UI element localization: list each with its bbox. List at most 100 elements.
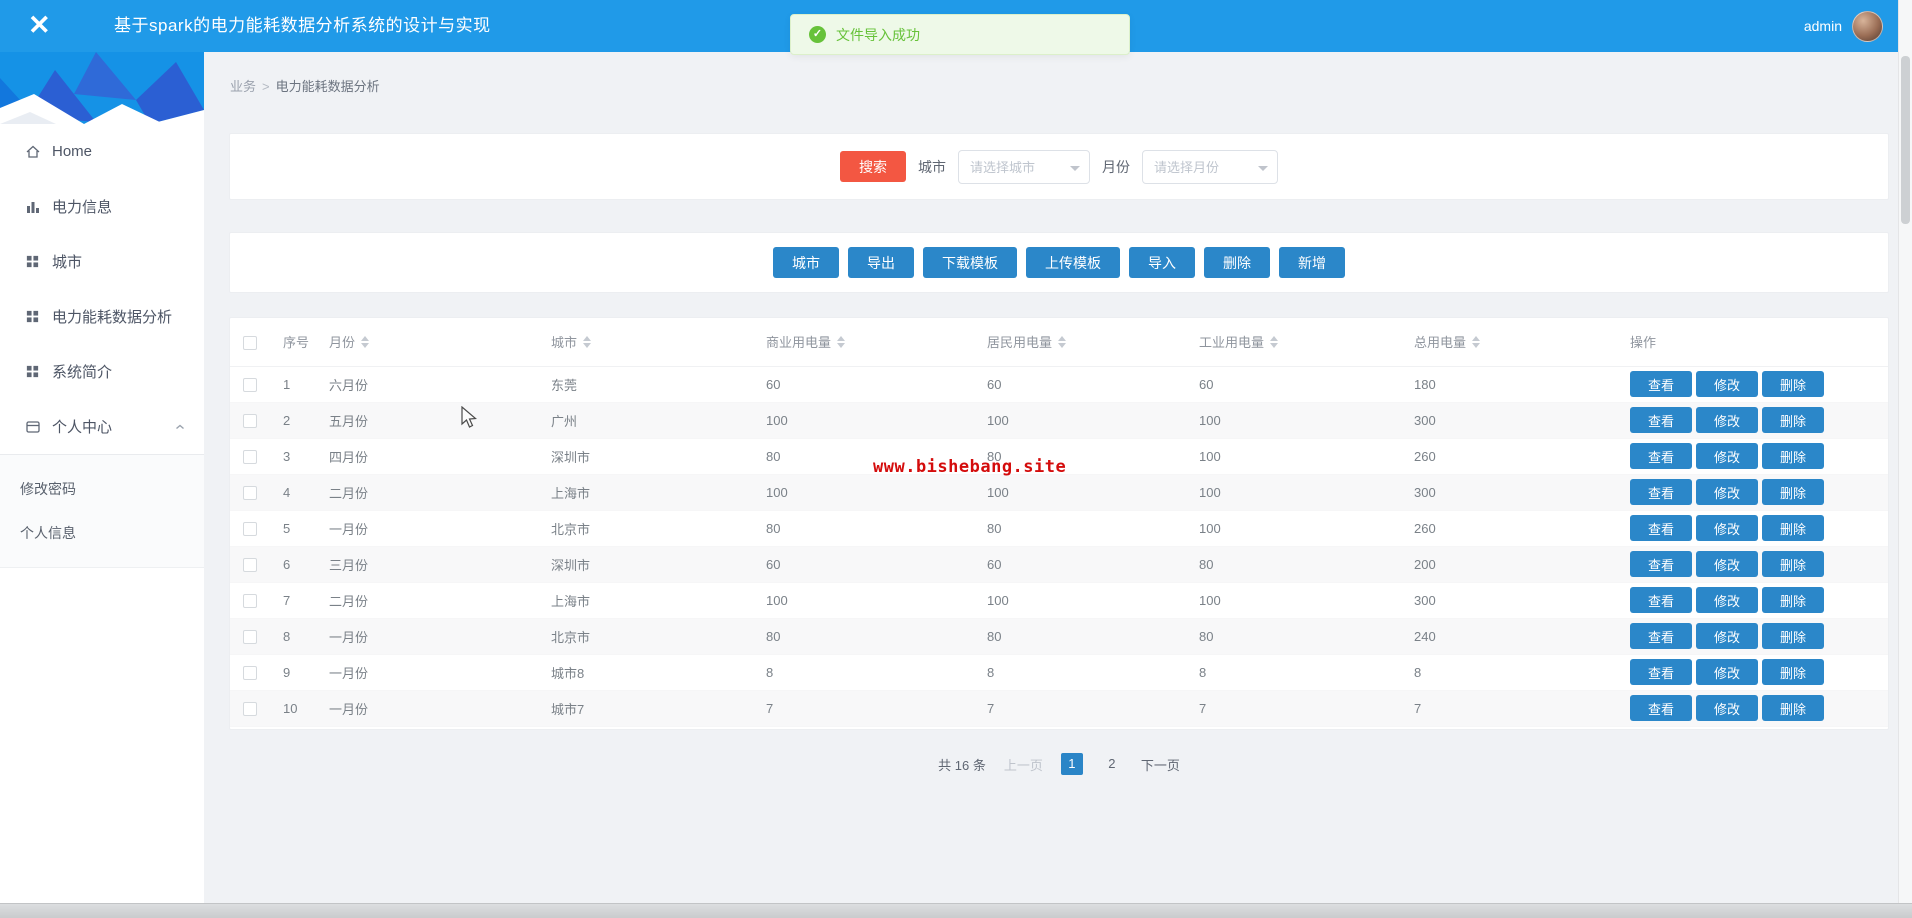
column-header-month[interactable]: 月份 — [316, 318, 538, 367]
pagination-page-1[interactable]: 1 — [1060, 753, 1083, 775]
cell-total: 7 — [1401, 690, 1617, 727]
sort-carets-icon[interactable] — [837, 335, 846, 348]
row-checkbox[interactable] — [243, 521, 257, 536]
row-checkbox[interactable] — [243, 377, 257, 392]
column-header-industrial[interactable]: 工业用电量 — [1186, 318, 1401, 367]
main-content: 业务 > 电力能耗数据分析 搜索 城市 请选择城市 月份 请选择月份 城市 导出 下… — [204, 52, 1912, 903]
row-checkbox[interactable] — [243, 701, 257, 716]
delete-row-button[interactable]: 删除 — [1762, 659, 1824, 685]
app-logo-x-icon[interactable]: ✕ — [28, 10, 51, 40]
view-button[interactable]: 查看 — [1630, 659, 1692, 685]
row-checkbox[interactable] — [243, 665, 257, 680]
cell-index: 8 — [270, 618, 316, 655]
user-menu[interactable]: admin — [1804, 0, 1883, 52]
delete-row-button[interactable]: 删除 — [1762, 407, 1824, 433]
delete-button[interactable]: 删除 — [1204, 247, 1270, 278]
sidebar-item-home[interactable]: Home — [0, 124, 204, 179]
export-button[interactable]: 导出 — [848, 247, 914, 278]
pagination-prev-button[interactable]: 上一页 — [1004, 755, 1043, 774]
pagination-page-2[interactable]: 2 — [1101, 753, 1123, 775]
edit-button[interactable]: 修改 — [1696, 515, 1758, 541]
home-icon — [25, 144, 41, 160]
column-header-total[interactable]: 总用电量 — [1401, 318, 1617, 367]
sidebar-subitem-personal-info[interactable]: 个人信息 — [0, 511, 204, 555]
delete-row-button[interactable]: 删除 — [1762, 515, 1824, 541]
cell-index: 7 — [270, 582, 316, 619]
cell-index: 2 — [270, 402, 316, 439]
row-checkbox[interactable] — [243, 629, 257, 644]
row-checkbox[interactable] — [243, 485, 257, 500]
check-circle-icon: ✓ — [809, 26, 826, 43]
avatar[interactable] — [1852, 10, 1883, 42]
sort-carets-icon[interactable] — [583, 335, 592, 348]
delete-row-button[interactable]: 删除 — [1762, 695, 1824, 721]
scrollbar-thumb[interactable] — [1901, 56, 1910, 224]
view-button[interactable]: 查看 — [1630, 479, 1692, 505]
delete-row-button[interactable]: 删除 — [1762, 551, 1824, 577]
delete-row-button[interactable]: 删除 — [1762, 443, 1824, 469]
upload-template-button[interactable]: 上传模板 — [1026, 247, 1120, 278]
edit-button[interactable]: 修改 — [1696, 407, 1758, 433]
edit-button[interactable]: 修改 — [1696, 443, 1758, 469]
delete-row-button[interactable]: 删除 — [1762, 623, 1824, 649]
view-button[interactable]: 查看 — [1630, 623, 1692, 649]
column-header-city[interactable]: 城市 — [538, 318, 753, 367]
add-button[interactable]: 新增 — [1279, 247, 1345, 278]
view-button[interactable]: 查看 — [1630, 407, 1692, 433]
view-button[interactable]: 查看 — [1630, 443, 1692, 469]
download-template-button[interactable]: 下载模板 — [923, 247, 1017, 278]
cell-industrial: 8 — [1186, 654, 1401, 691]
search-button[interactable]: 搜索 — [840, 151, 906, 182]
pagination-next-button[interactable]: 下一页 — [1141, 755, 1180, 774]
cell-index: 1 — [270, 366, 316, 403]
delete-row-button[interactable]: 删除 — [1762, 479, 1824, 505]
column-header-actions: 操作 — [1617, 318, 1888, 367]
delete-row-button[interactable]: 删除 — [1762, 371, 1824, 397]
edit-button[interactable]: 修改 — [1696, 695, 1758, 721]
column-header-commercial[interactable]: 商业用电量 — [753, 318, 974, 367]
view-button[interactable]: 查看 — [1630, 551, 1692, 577]
view-button[interactable]: 查看 — [1630, 371, 1692, 397]
cell-commercial: 8 — [753, 654, 974, 691]
cell-total: 260 — [1401, 438, 1617, 475]
scrollbar-track[interactable] — [1898, 0, 1912, 918]
edit-button[interactable]: 修改 — [1696, 551, 1758, 577]
view-button[interactable]: 查看 — [1630, 587, 1692, 613]
city-select[interactable]: 请选择城市 — [958, 149, 1090, 184]
pagination-total: 共 16 条 — [938, 757, 986, 773]
breadcrumb-section[interactable]: 业务 — [230, 79, 256, 94]
sort-carets-icon[interactable] — [361, 335, 370, 348]
row-checkbox[interactable] — [243, 593, 257, 608]
sidebar-item-power-analysis[interactable]: 电力能耗数据分析 — [0, 289, 204, 344]
row-checkbox[interactable] — [243, 413, 257, 428]
import-button[interactable]: 导入 — [1129, 247, 1195, 278]
select-all-checkbox[interactable] — [243, 335, 257, 350]
cell-resident: 100 — [974, 402, 1186, 439]
sidebar-item-personal-center[interactable]: 个人中心 — [0, 399, 204, 454]
sidebar-item-city[interactable]: 城市 — [0, 234, 204, 289]
sort-carets-icon[interactable] — [1270, 335, 1279, 348]
sidebar-menu: Home 电力信息 城市 电力能耗数据分析 系统简介 个人中心 — [0, 124, 204, 454]
grid-icon — [25, 309, 41, 325]
edit-button[interactable]: 修改 — [1696, 623, 1758, 649]
edit-button[interactable]: 修改 — [1696, 659, 1758, 685]
sort-carets-icon[interactable] — [1472, 335, 1481, 348]
sidebar-subitem-change-password[interactable]: 修改密码 — [0, 467, 204, 511]
row-checkbox[interactable] — [243, 449, 257, 464]
sidebar-item-power-info[interactable]: 电力信息 — [0, 179, 204, 234]
city-button[interactable]: 城市 — [773, 247, 839, 278]
edit-button[interactable]: 修改 — [1696, 479, 1758, 505]
month-select[interactable]: 请选择月份 — [1142, 149, 1278, 184]
column-header-resident[interactable]: 居民用电量 — [974, 318, 1186, 367]
edit-button[interactable]: 修改 — [1696, 371, 1758, 397]
view-button[interactable]: 查看 — [1630, 515, 1692, 541]
delete-row-button[interactable]: 删除 — [1762, 587, 1824, 613]
row-checkbox[interactable] — [243, 557, 257, 572]
edit-button[interactable]: 修改 — [1696, 587, 1758, 613]
view-button[interactable]: 查看 — [1630, 695, 1692, 721]
sort-carets-icon[interactable] — [1058, 335, 1067, 348]
sidebar-item-system-intro[interactable]: 系统简介 — [0, 344, 204, 399]
cell-resident: 80 — [974, 618, 1186, 655]
cell-month: 一月份 — [316, 618, 538, 655]
cell-month: 一月份 — [316, 510, 538, 547]
